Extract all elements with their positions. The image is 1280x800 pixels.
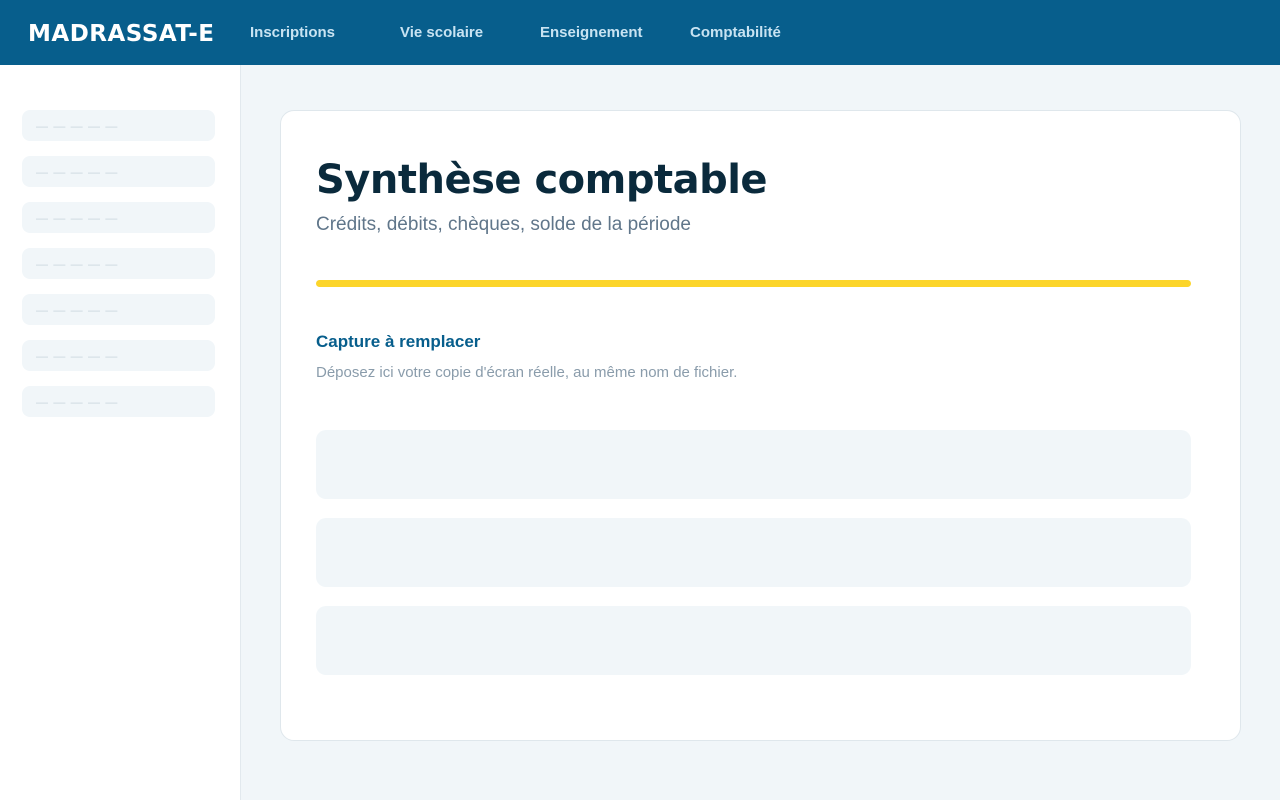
- sidebar-item[interactable]: — — — — —: [22, 340, 215, 371]
- placeholder-block: [316, 606, 1191, 675]
- accent-divider: [316, 280, 1191, 287]
- placeholder-block: [316, 518, 1191, 587]
- sidebar-item-label: — — — — —: [36, 211, 119, 225]
- nav-inscriptions[interactable]: Inscriptions: [250, 22, 335, 44]
- nav-enseignement[interactable]: Enseignement: [540, 22, 643, 44]
- sidebar-item[interactable]: — — — — —: [22, 156, 215, 187]
- sidebar-item-label: — — — — —: [36, 303, 119, 317]
- page-title: Synthèse comptable: [316, 157, 768, 203]
- capture-heading: Capture à remplacer: [316, 332, 481, 351]
- sidebar-item[interactable]: — — — — —: [22, 294, 215, 325]
- sidebar-item-label: — — — — —: [36, 257, 119, 271]
- sidebar-item[interactable]: — — — — —: [22, 386, 215, 417]
- app-logo[interactable]: MADRASSAT-E: [28, 18, 214, 50]
- sidebar-item-label: — — — — —: [36, 395, 119, 409]
- sidebar-item[interactable]: — — — — —: [22, 110, 215, 141]
- sidebar-item[interactable]: — — — — —: [22, 202, 215, 233]
- sidebar: — — — — — — — — — — — — — — — — — — — — …: [0, 65, 241, 800]
- nav-comptabilite[interactable]: Comptabilité: [690, 22, 781, 44]
- page-subtitle: Crédits, débits, chèques, solde de la pé…: [316, 214, 691, 235]
- capture-hint: Déposez ici votre copie d'écran réelle, …: [316, 364, 738, 381]
- sidebar-item[interactable]: — — — — —: [22, 248, 215, 279]
- sidebar-item-label: — — — — —: [36, 349, 119, 363]
- top-navigation-bar: MADRASSAT-E Inscriptions Vie scolaire En…: [0, 0, 1280, 65]
- nav-vie-scolaire[interactable]: Vie scolaire: [400, 22, 483, 44]
- sidebar-item-label: — — — — —: [36, 119, 119, 133]
- placeholder-block: [316, 430, 1191, 499]
- content-card: Synthèse comptable Crédits, débits, chèq…: [280, 110, 1241, 741]
- sidebar-item-label: — — — — —: [36, 165, 119, 179]
